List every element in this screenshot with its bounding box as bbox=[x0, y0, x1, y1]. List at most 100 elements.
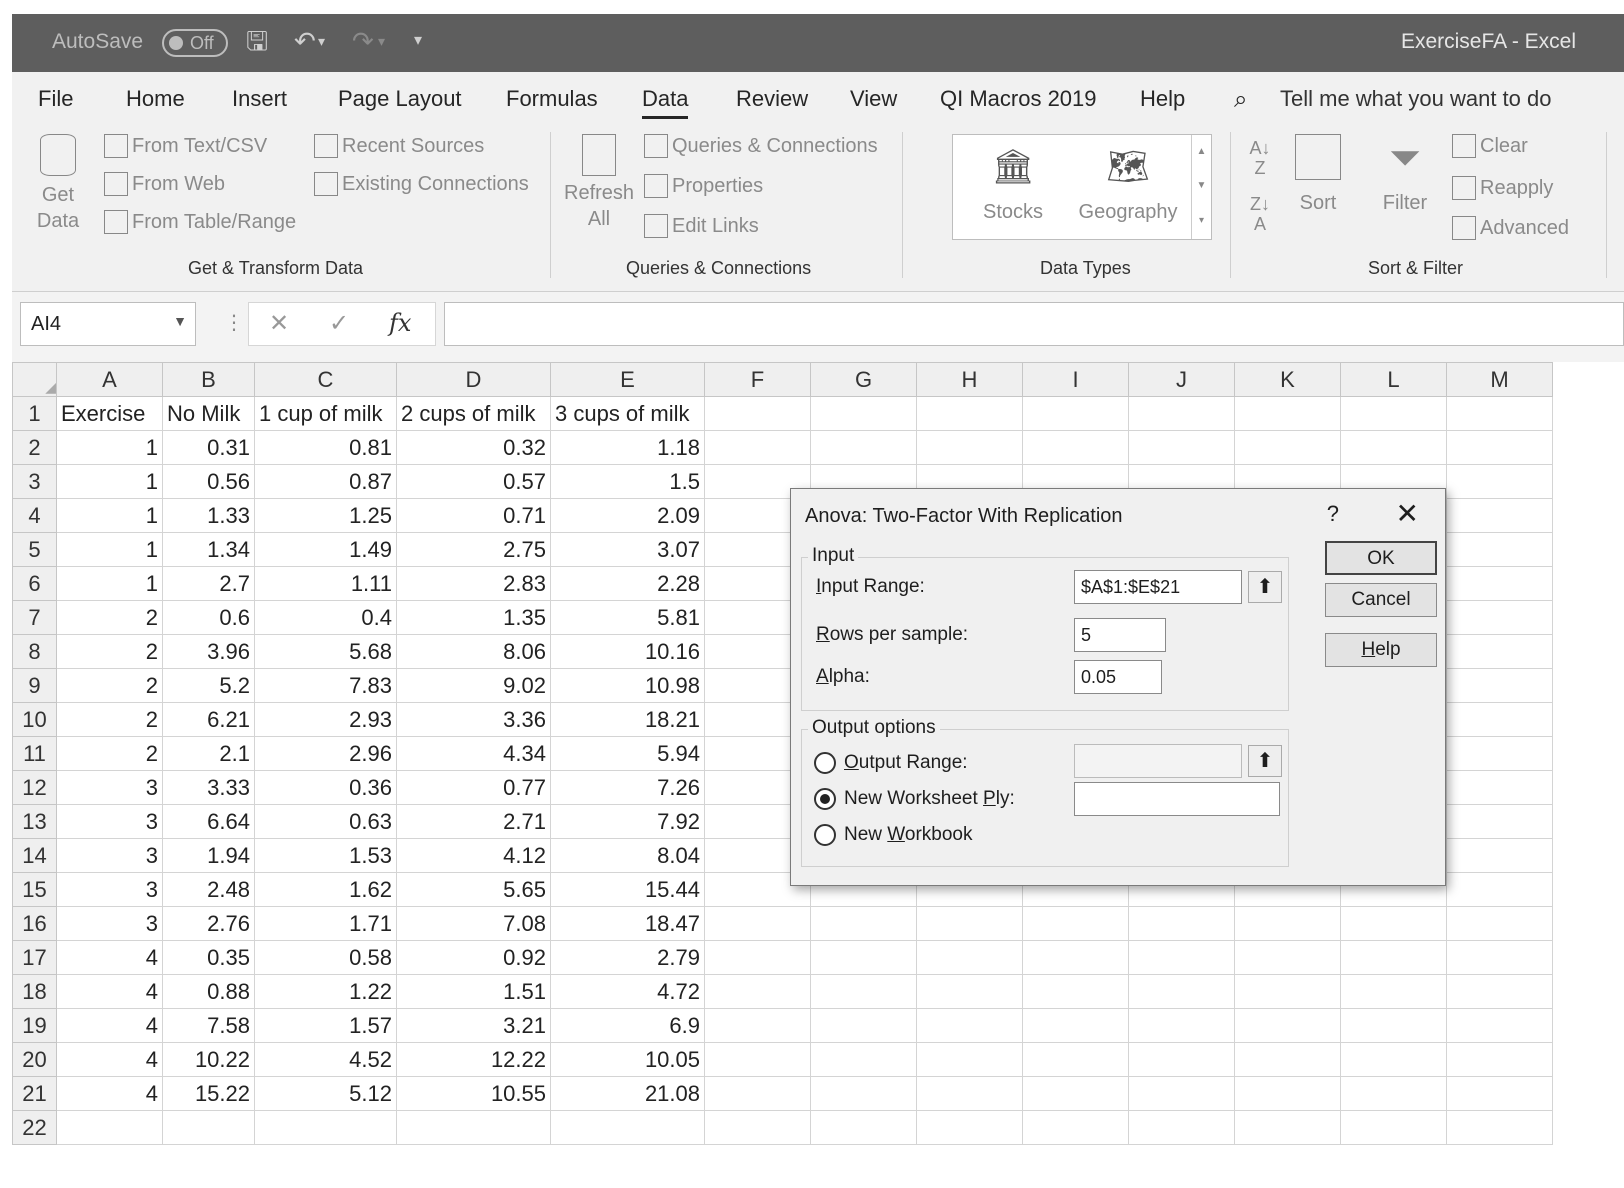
cell[interactable] bbox=[916, 940, 1023, 975]
column-header-e[interactable]: E bbox=[550, 362, 705, 397]
cell[interactable]: 4.72 bbox=[550, 974, 705, 1009]
from-text-csv-button[interactable]: From Text/CSV bbox=[104, 134, 267, 158]
row-header[interactable]: 22 bbox=[12, 1110, 57, 1145]
cell[interactable] bbox=[704, 974, 811, 1009]
cell[interactable] bbox=[1128, 1042, 1235, 1077]
select-all-corner[interactable]: ◢ bbox=[12, 362, 57, 397]
cell[interactable]: 8.06 bbox=[396, 634, 551, 669]
cell[interactable] bbox=[916, 430, 1023, 465]
row-header[interactable]: 13 bbox=[12, 804, 57, 839]
cell[interactable] bbox=[1446, 668, 1553, 703]
cell[interactable]: 0.6 bbox=[162, 600, 255, 635]
row-header[interactable]: 18 bbox=[12, 974, 57, 1009]
cell[interactable] bbox=[1022, 1076, 1129, 1111]
cell[interactable] bbox=[1446, 940, 1553, 975]
sort-button[interactable]: Sort bbox=[1288, 134, 1348, 216]
cell[interactable]: 0.71 bbox=[396, 498, 551, 533]
cell[interactable] bbox=[704, 1076, 811, 1111]
cell[interactable]: 4.34 bbox=[396, 736, 551, 771]
cell[interactable] bbox=[810, 1042, 917, 1077]
cell[interactable]: No Milk bbox=[162, 396, 255, 431]
redo-icon[interactable]: ↷ bbox=[352, 26, 374, 56]
cell[interactable]: 0.32 bbox=[396, 430, 551, 465]
cell[interactable] bbox=[810, 974, 917, 1009]
tab-qi-macros[interactable]: QI Macros 2019 bbox=[940, 86, 1097, 112]
cell[interactable] bbox=[1446, 838, 1553, 873]
cell[interactable] bbox=[704, 430, 811, 465]
cell[interactable]: 2 bbox=[56, 600, 163, 635]
cell[interactable]: 3.21 bbox=[396, 1008, 551, 1043]
gallery-scroll-up[interactable]: ▲ bbox=[1191, 135, 1211, 169]
column-header-h[interactable]: H bbox=[916, 362, 1023, 397]
cell[interactable]: 10.55 bbox=[396, 1076, 551, 1111]
cell[interactable] bbox=[1340, 1110, 1447, 1145]
cell[interactable] bbox=[1446, 566, 1553, 601]
cell[interactable]: 2 bbox=[56, 702, 163, 737]
cancel-icon[interactable]: ✕ bbox=[269, 309, 289, 338]
cell[interactable] bbox=[1022, 430, 1129, 465]
cell[interactable]: 3.96 bbox=[162, 634, 255, 669]
cell[interactable] bbox=[1234, 1042, 1341, 1077]
row-header[interactable]: 15 bbox=[12, 872, 57, 907]
cell[interactable]: 7.83 bbox=[254, 668, 397, 703]
row-header[interactable]: 5 bbox=[12, 532, 57, 567]
cell[interactable] bbox=[1234, 974, 1341, 1009]
column-header-a[interactable]: A bbox=[56, 362, 163, 397]
tab-insert[interactable]: Insert bbox=[232, 86, 287, 112]
cell[interactable] bbox=[916, 974, 1023, 1009]
cell[interactable] bbox=[1234, 906, 1341, 941]
cell[interactable] bbox=[1446, 872, 1553, 907]
customize-toolbar-icon[interactable]: ▾ bbox=[414, 26, 422, 56]
sort-descending-button[interactable]: Z↓ A bbox=[1242, 194, 1278, 234]
cell[interactable] bbox=[1234, 1008, 1341, 1043]
cell[interactable]: 1.34 bbox=[162, 532, 255, 567]
tab-help[interactable]: Help bbox=[1140, 86, 1185, 112]
cell[interactable]: 21.08 bbox=[550, 1076, 705, 1111]
cell[interactable]: 0.92 bbox=[396, 940, 551, 975]
cell[interactable] bbox=[810, 1076, 917, 1111]
cell[interactable] bbox=[810, 1110, 917, 1145]
formula-input[interactable] bbox=[444, 302, 1624, 346]
cell[interactable]: 7.08 bbox=[396, 906, 551, 941]
cell[interactable] bbox=[550, 1110, 705, 1145]
cell[interactable] bbox=[1128, 396, 1235, 431]
cell[interactable]: 2.96 bbox=[254, 736, 397, 771]
column-header-k[interactable]: K bbox=[1234, 362, 1341, 397]
cell[interactable] bbox=[810, 906, 917, 941]
cell[interactable]: 1.25 bbox=[254, 498, 397, 533]
cell[interactable]: 0.88 bbox=[162, 974, 255, 1009]
cell[interactable] bbox=[1446, 430, 1553, 465]
cell[interactable]: 3.36 bbox=[396, 702, 551, 737]
row-header[interactable]: 19 bbox=[12, 1008, 57, 1043]
cell[interactable] bbox=[810, 430, 917, 465]
cell[interactable]: 0.81 bbox=[254, 430, 397, 465]
cell[interactable]: 2.93 bbox=[254, 702, 397, 737]
cell[interactable]: 0.4 bbox=[254, 600, 397, 635]
cell[interactable] bbox=[1234, 940, 1341, 975]
advanced-button[interactable]: Advanced bbox=[1452, 216, 1569, 240]
cell[interactable]: 1 bbox=[56, 430, 163, 465]
cell[interactable]: 1.5 bbox=[550, 464, 705, 499]
cell[interactable] bbox=[1446, 634, 1553, 669]
cell[interactable]: 3 bbox=[56, 872, 163, 907]
column-header-g[interactable]: G bbox=[810, 362, 917, 397]
tab-data[interactable]: Data bbox=[642, 86, 689, 119]
row-header[interactable]: 3 bbox=[12, 464, 57, 499]
cell[interactable]: 2 cups of milk bbox=[396, 396, 551, 431]
cell[interactable] bbox=[1446, 1008, 1553, 1043]
cell[interactable] bbox=[1446, 906, 1553, 941]
cell[interactable]: 5.81 bbox=[550, 600, 705, 635]
cell[interactable] bbox=[1340, 1008, 1447, 1043]
cell[interactable]: 4 bbox=[56, 974, 163, 1009]
cell[interactable]: 0.31 bbox=[162, 430, 255, 465]
cell[interactable] bbox=[1446, 1076, 1553, 1111]
cell[interactable] bbox=[1234, 1110, 1341, 1145]
properties-button[interactable]: Properties bbox=[644, 174, 763, 198]
row-header[interactable]: 16 bbox=[12, 906, 57, 941]
cell[interactable] bbox=[1340, 1076, 1447, 1111]
cell[interactable]: 1.53 bbox=[254, 838, 397, 873]
cell[interactable] bbox=[810, 396, 917, 431]
tab-review[interactable]: Review bbox=[736, 86, 808, 112]
cell[interactable] bbox=[1446, 532, 1553, 567]
cell[interactable] bbox=[1446, 1042, 1553, 1077]
